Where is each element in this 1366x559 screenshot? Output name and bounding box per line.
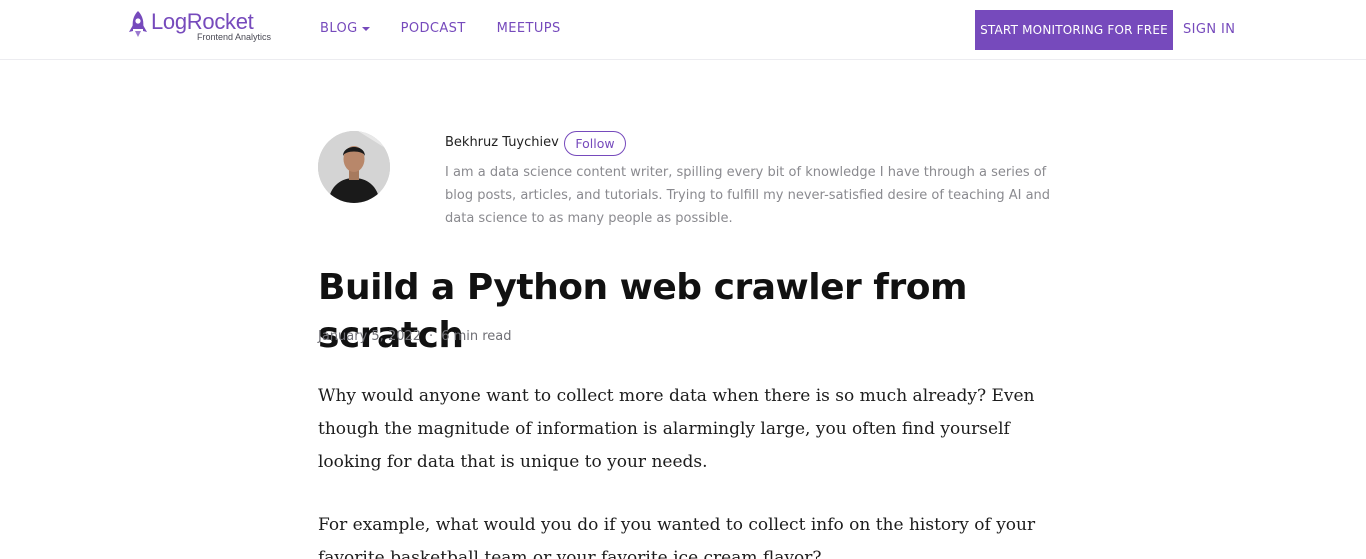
meta-separator: · [429,329,434,344]
top-navigation-bar: LogRocket Frontend Analytics BLOG PODCAS… [0,0,1366,60]
logo-text: LogRocket Frontend Analytics [151,10,271,42]
read-time: 6 min read [441,329,512,344]
logrocket-logo[interactable]: LogRocket Frontend Analytics [127,10,271,46]
nav-podcast[interactable]: PODCAST [401,21,466,36]
follow-button[interactable]: Follow [564,131,626,156]
nav-blog[interactable]: BLOG [320,21,370,36]
author-name[interactable]: Bekhruz Tuychiev [445,135,559,150]
article-meta: January 5, 2022 · 6 min read [318,329,512,344]
main-nav: BLOG PODCAST MEETUPS [320,21,592,36]
article-title: Build a Python web crawler from scratch [318,267,967,356]
sign-in-link[interactable]: SIGN IN [1183,22,1235,37]
author-avatar[interactable] [318,131,390,203]
start-monitoring-button[interactable]: START MONITORING FOR FREE [975,10,1173,50]
article-paragraph: Why would anyone want to collect more da… [318,386,1035,472]
nav-blog-label: BLOG [320,21,358,36]
logo-tagline: Frontend Analytics [197,32,272,42]
rocket-logo-icon [129,11,147,37]
caret-down-icon [361,27,370,31]
author-photo [318,131,390,203]
article-paragraph: For example, what would you do if you wa… [318,515,1036,559]
logo-wordmark: LogRocket [151,9,254,34]
nav-meetups[interactable]: MEETUPS [497,21,561,36]
publish-date: January 5, 2022 [318,329,422,344]
author-bio: I am a data science content writer, spil… [445,165,1051,226]
